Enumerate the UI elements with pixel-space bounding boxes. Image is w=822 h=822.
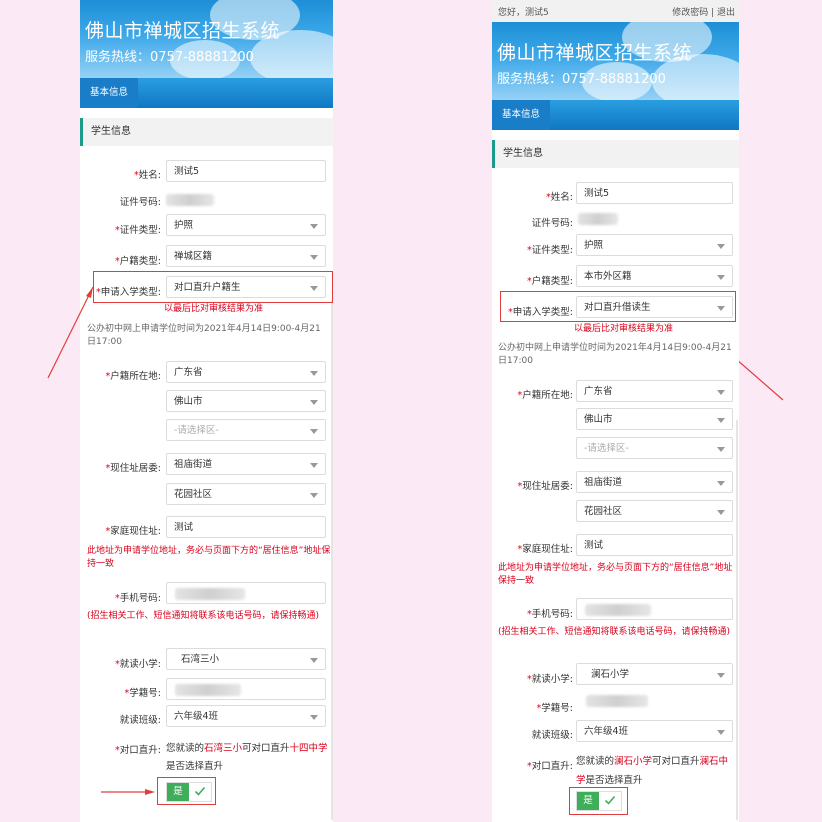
highlight-enroll-type [500, 291, 736, 322]
phone-warning: (招生相关工作、短信通知将联系该电话号码，请保持畅通) [498, 627, 731, 637]
phone-input[interactable] [576, 598, 733, 620]
account-links[interactable]: 修改密码 | 退出 [672, 5, 735, 18]
verify-note: 以最后比对审核结果为准 [574, 324, 674, 334]
top-bar: 您好，测试5 修改密码 | 退出 [492, 0, 739, 22]
banner-hotline: 服务热线：0757-88881200 [497, 72, 666, 87]
hukou-type-label: *户籍类型: [527, 276, 573, 287]
id-type-label: *证件类型: [527, 245, 573, 256]
home-address-input[interactable]: 测试 [576, 534, 733, 556]
nav-bar: 基本信息 [492, 100, 739, 130]
student-number-label: *学籍号: [536, 703, 573, 714]
highlight-toggle [569, 787, 628, 815]
student-number-redacted [586, 695, 648, 707]
tab-basic-info[interactable]: 基本信息 [492, 100, 551, 130]
phone-label: *手机号码: [527, 609, 573, 620]
direct-promotion-label: *对口直升: [527, 761, 573, 772]
province-select[interactable]: 广东省 [576, 380, 733, 402]
district-select[interactable]: -请选择区- [576, 437, 733, 459]
banner-title: 佛山市禅城区招生系统 [497, 42, 693, 64]
home-address-label: *家庭现住址: [517, 544, 573, 555]
community-select[interactable]: 花园社区 [576, 500, 733, 522]
section-title: 学生信息 [492, 140, 739, 168]
name-label: *姓名: [546, 192, 573, 203]
class-label: 就读班级: [531, 730, 573, 741]
name-input[interactable]: 测试5 [576, 182, 733, 204]
id-number-redacted [578, 213, 618, 225]
time-note: 公办初中网上申请学位时间为2021年4月14日9:00-4月21日17:00 [498, 343, 732, 366]
id-type-select[interactable]: 护照 [576, 234, 733, 256]
primary-school-label: *就读小学: [527, 674, 573, 685]
scrollbar[interactable] [736, 420, 738, 820]
id-number-label: 证件号码: [531, 218, 573, 229]
class-select[interactable]: 六年级4班 [576, 720, 733, 742]
right-screen: 您好，测试5 修改密码 | 退出 佛山市禅城区招生系统 服务热线：0757-88… [492, 0, 739, 822]
current-address-label: *现住址居委: [517, 481, 573, 492]
primary-school-select[interactable]: 澜石小学 [576, 663, 733, 685]
address-warning: 此地址为申请学位地址，务必与页面下方的“居住信息”地址保持一致 [498, 563, 733, 586]
greeting: 您好，测试5 [498, 8, 549, 18]
promotion-text: 您就读的澜石小学可对口直升澜石中学是否选择直升 [576, 756, 729, 786]
city-select[interactable]: 佛山市 [576, 408, 733, 430]
banner: 佛山市禅城区招生系统 服务热线：0757-88881200 [492, 22, 739, 102]
hukou-location-label: *户籍所在地: [517, 390, 573, 401]
street-select[interactable]: 祖庙街道 [576, 471, 733, 493]
hukou-type-select[interactable]: 本市外区籍 [576, 265, 733, 287]
